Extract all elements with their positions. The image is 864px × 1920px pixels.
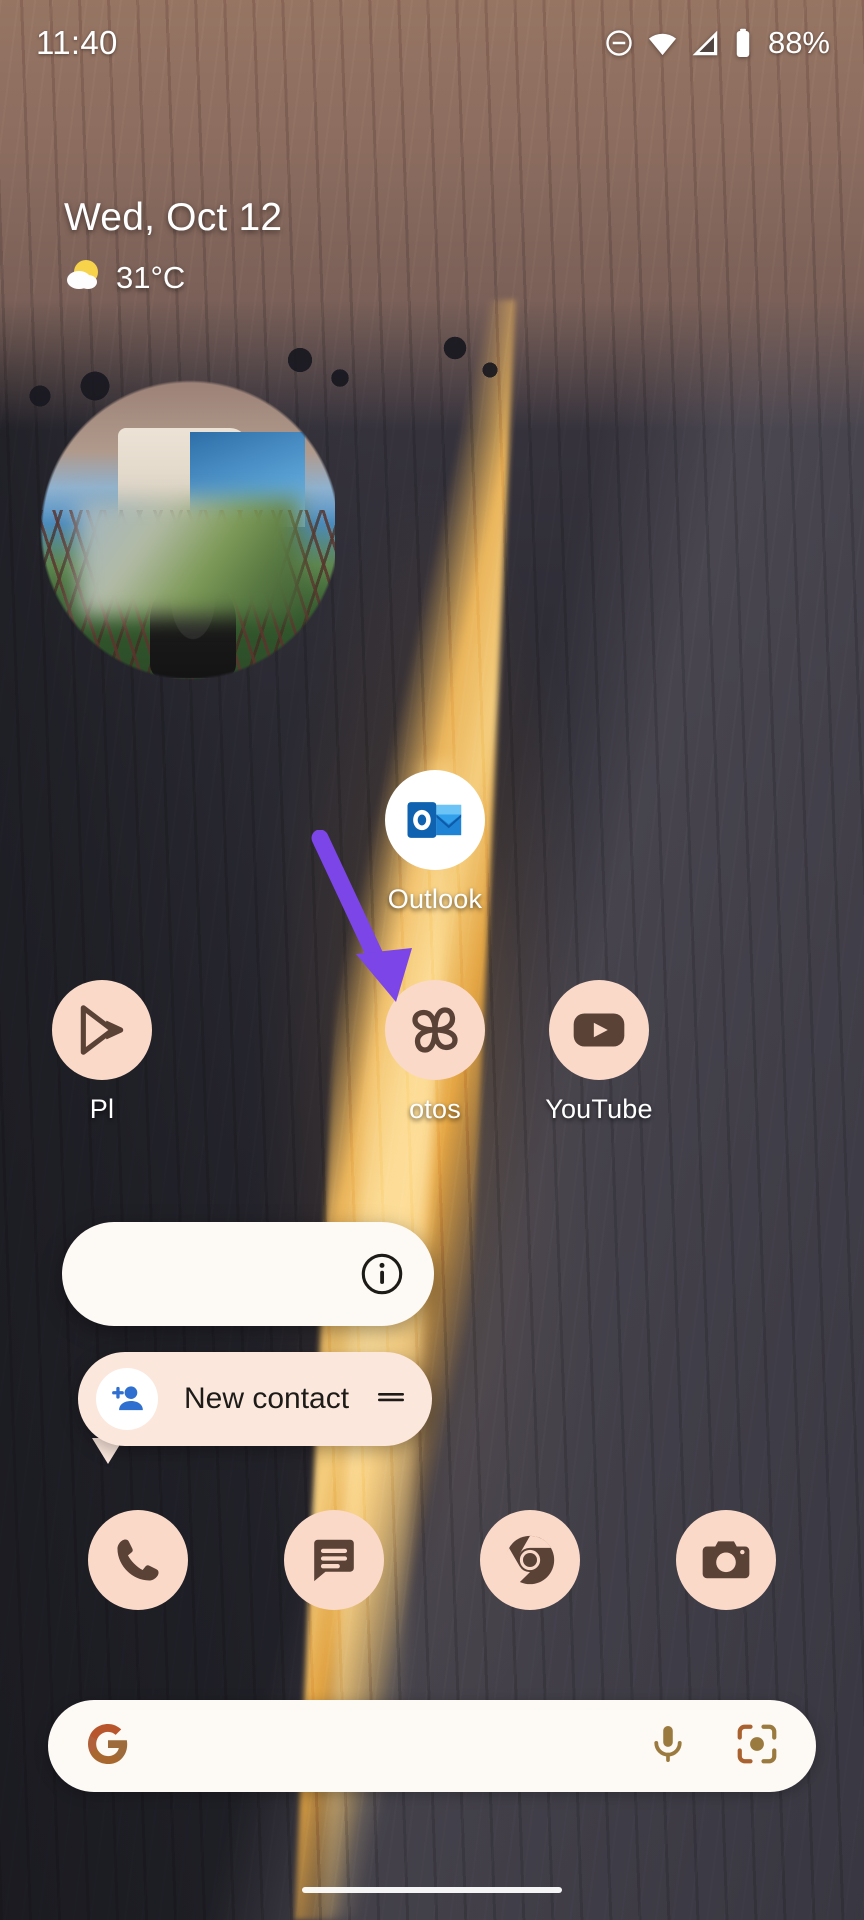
- wifi-icon: [647, 28, 678, 59]
- play-store-icon[interactable]: [52, 980, 152, 1080]
- status-icons: 88%: [604, 25, 830, 61]
- status-bar: 11:40 88%: [0, 0, 864, 86]
- at-a-glance-widget[interactable]: Wed, Oct 12 31°C: [64, 196, 282, 297]
- microphone-icon[interactable]: [646, 1722, 690, 1771]
- navigation-bar: [0, 1860, 864, 1920]
- glance-temperature[interactable]: 31°C: [116, 260, 185, 296]
- app-icon-youtube[interactable]: YouTube: [519, 980, 679, 1125]
- messages-icon[interactable]: [284, 1510, 384, 1610]
- dock-icon-messages[interactable]: [284, 1510, 384, 1610]
- google-search-bar[interactable]: [48, 1700, 816, 1792]
- battery-percent-label: 88%: [767, 25, 830, 60]
- photo-widget[interactable]: [40, 380, 335, 680]
- app-label-play-store: Pl: [89, 1094, 115, 1124]
- phone-icon[interactable]: [88, 1510, 188, 1610]
- pointer-arrow-icon: [300, 829, 430, 1025]
- search-actions: [646, 1721, 780, 1772]
- shortcut-label: New contact: [184, 1382, 350, 1415]
- app-long-press-popup[interactable]: [62, 1222, 434, 1326]
- person-add-icon: [96, 1368, 158, 1430]
- home-gesture-pill[interactable]: [302, 1887, 562, 1893]
- do-not-disturb-icon: [604, 28, 634, 58]
- glance-date[interactable]: Wed, Oct 12: [64, 196, 282, 240]
- google-g-icon: [84, 1720, 132, 1773]
- google-lens-icon[interactable]: [734, 1721, 780, 1772]
- camera-icon[interactable]: [676, 1510, 776, 1610]
- dock-icon-chrome[interactable]: [480, 1510, 580, 1610]
- app-label-photos: otos: [409, 1094, 461, 1124]
- app-label-youtube: YouTube: [545, 1094, 653, 1124]
- glance-weather[interactable]: 31°C: [64, 258, 282, 297]
- chrome-icon[interactable]: [480, 1510, 580, 1610]
- app-icon-play-store[interactable]: Pl: [22, 980, 182, 1125]
- drag-handle-icon[interactable]: [376, 1387, 406, 1412]
- dock: [0, 1510, 864, 1610]
- shortcut-new-contact[interactable]: New contact: [78, 1352, 432, 1446]
- battery-icon: [733, 28, 753, 58]
- dock-icon-camera[interactable]: [676, 1510, 776, 1610]
- partly-cloudy-icon: [64, 258, 104, 297]
- youtube-icon[interactable]: [549, 980, 649, 1080]
- status-clock: 11:40: [36, 24, 118, 61]
- info-icon[interactable]: [360, 1252, 404, 1296]
- signal-icon: [691, 29, 720, 58]
- dock-icon-phone[interactable]: [88, 1510, 188, 1610]
- photo-blurred-region: [78, 498, 300, 616]
- photo-widget-image: [40, 380, 335, 680]
